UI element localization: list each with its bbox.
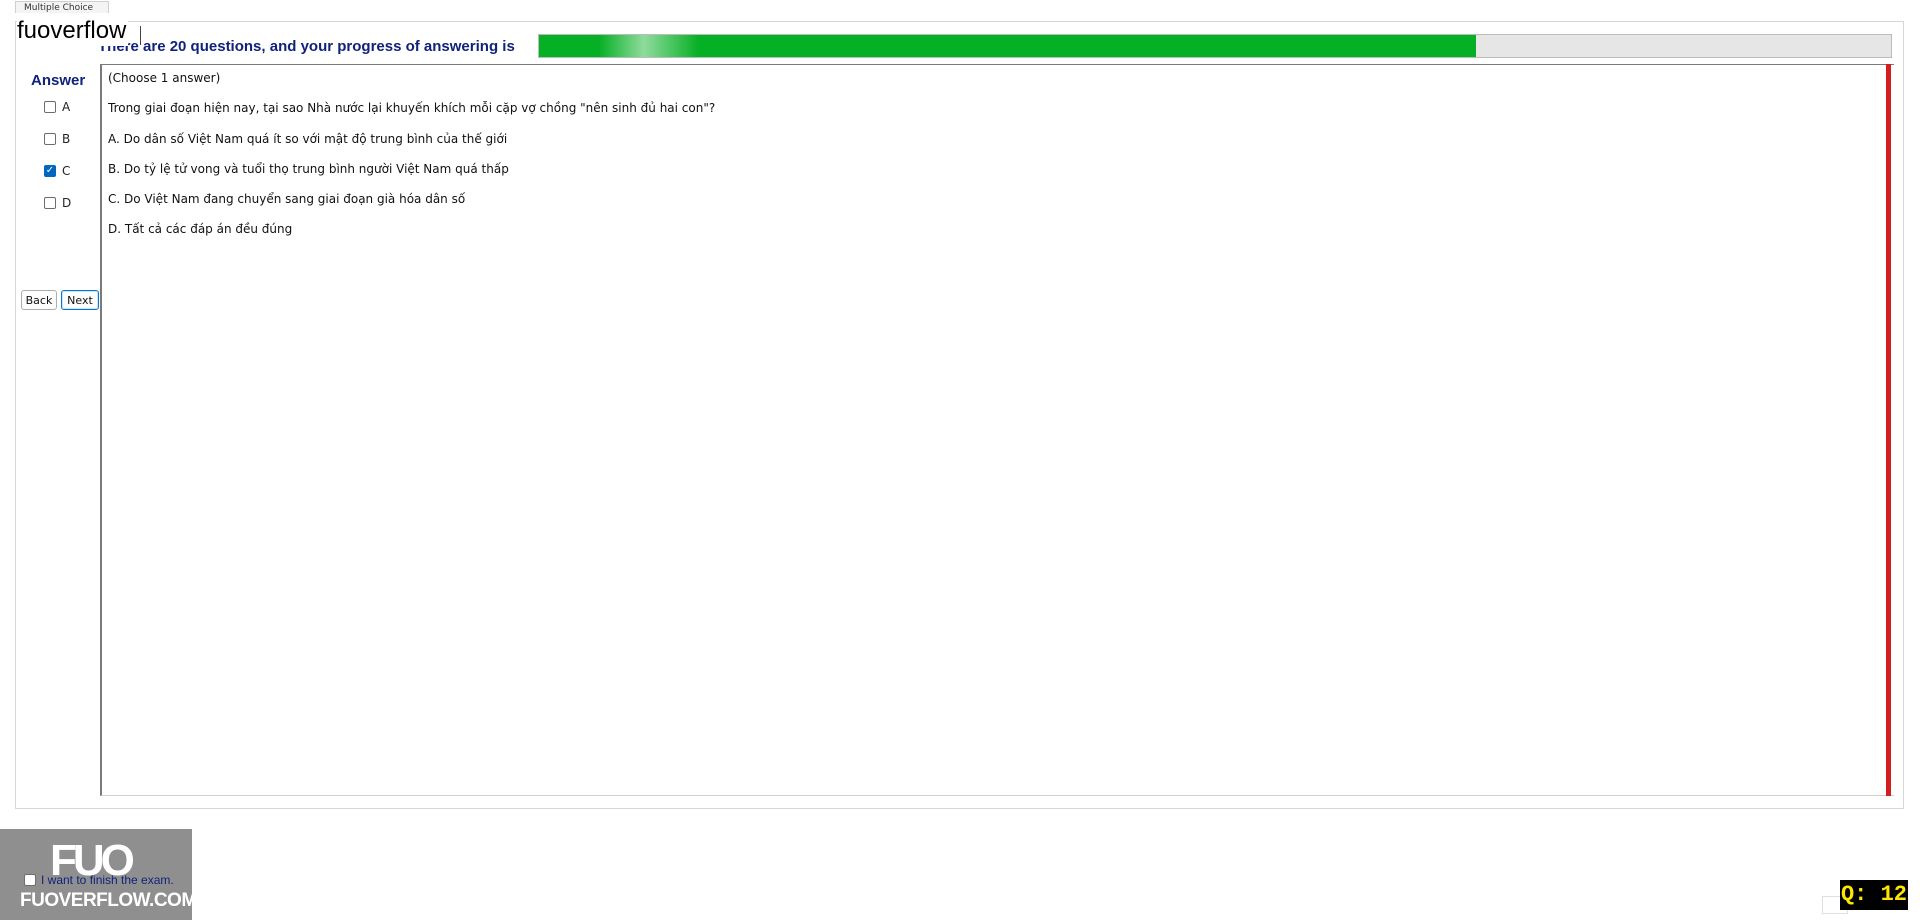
choice-c: C. Do Việt Nam đang chuyển sang giai đoạ…: [108, 192, 466, 206]
finish-exam-checkbox[interactable]: [24, 874, 36, 886]
answer-title: Answer: [31, 72, 86, 89]
choice-b: B. Do tỷ lệ tử vong và tuổi thọ trung bì…: [108, 162, 509, 176]
back-button[interactable]: Back: [21, 290, 57, 310]
answer-option-label: D: [62, 196, 72, 210]
question-number-badge: Q: 12: [1840, 880, 1908, 910]
choice-a: A. Do dân số Việt Nam quá ít so với mật …: [108, 132, 508, 146]
text-caret: [140, 26, 141, 45]
next-button[interactable]: Next: [61, 290, 99, 310]
answer-option-a[interactable]: A: [44, 98, 70, 116]
choice-d: D. Tất cả các đáp án đều đúng: [108, 222, 293, 236]
progress-label: There are 20 questions, and your progres…: [98, 38, 515, 55]
answer-option-b[interactable]: B: [44, 130, 70, 148]
answer-option-label: B: [62, 132, 71, 146]
question-instruction: (Choose 1 answer): [108, 71, 221, 85]
group-tab: Multiple Choice: [15, 1, 109, 13]
answer-option-label: C: [62, 164, 71, 178]
watermark-text: fuoverflow: [17, 16, 129, 46]
logo-mark: FUO: [50, 836, 135, 885]
progress-bar: [538, 34, 1892, 58]
question-text: Trong giai đoạn hiện nay, tại sao Nhà nư…: [108, 101, 716, 115]
logo-site-text: FUOVERFLOW.COM: [20, 890, 197, 911]
answer-option-label: A: [62, 100, 71, 114]
answer-option-c[interactable]: ✓ C: [44, 162, 70, 180]
checkbox-a[interactable]: [44, 101, 56, 113]
checkbox-b[interactable]: [44, 133, 56, 145]
progress-fill: [539, 35, 1476, 57]
checkbox-d[interactable]: [44, 197, 56, 209]
question-scroll-bar[interactable]: [1886, 64, 1891, 796]
checkbox-c[interactable]: ✓: [44, 165, 56, 177]
answer-option-d[interactable]: D: [44, 194, 71, 212]
